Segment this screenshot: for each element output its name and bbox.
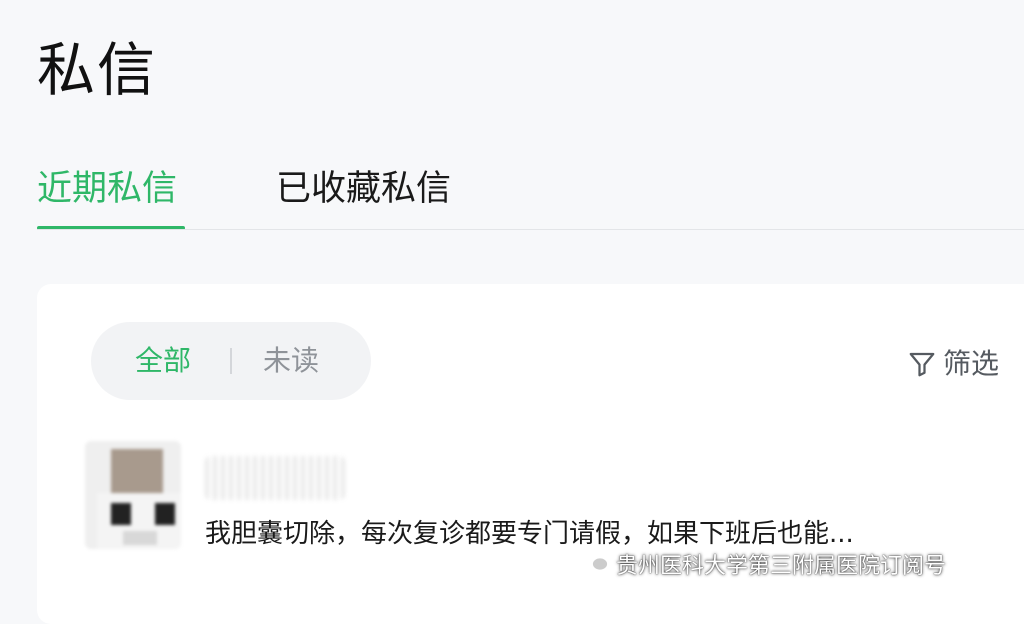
avatar xyxy=(85,441,181,549)
tab-bar: 近期私信 已收藏私信 xyxy=(0,160,1024,232)
sender-name-redacted xyxy=(205,456,345,500)
segment-divider xyxy=(230,348,232,374)
watermark: 贵州医科大学第三附属医院订阅号 xyxy=(580,544,946,584)
tab-recent-messages[interactable]: 近期私信 xyxy=(37,160,177,218)
tabs-divider xyxy=(37,229,1024,230)
read-filter-segment: 全部 未读 xyxy=(91,322,371,400)
watermark-text: 贵州医科大学第三附属医院订阅号 xyxy=(616,554,947,579)
page-title: 私信 xyxy=(37,36,158,104)
filter-button[interactable]: 筛选 xyxy=(907,344,999,384)
funnel-icon xyxy=(907,349,937,379)
segment-all[interactable]: 全部 xyxy=(135,322,191,400)
filter-label: 筛选 xyxy=(943,347,1000,380)
wechat-icon xyxy=(580,548,610,580)
segment-unread[interactable]: 未读 xyxy=(263,322,319,400)
tab-saved-messages[interactable]: 已收藏私信 xyxy=(276,160,451,218)
